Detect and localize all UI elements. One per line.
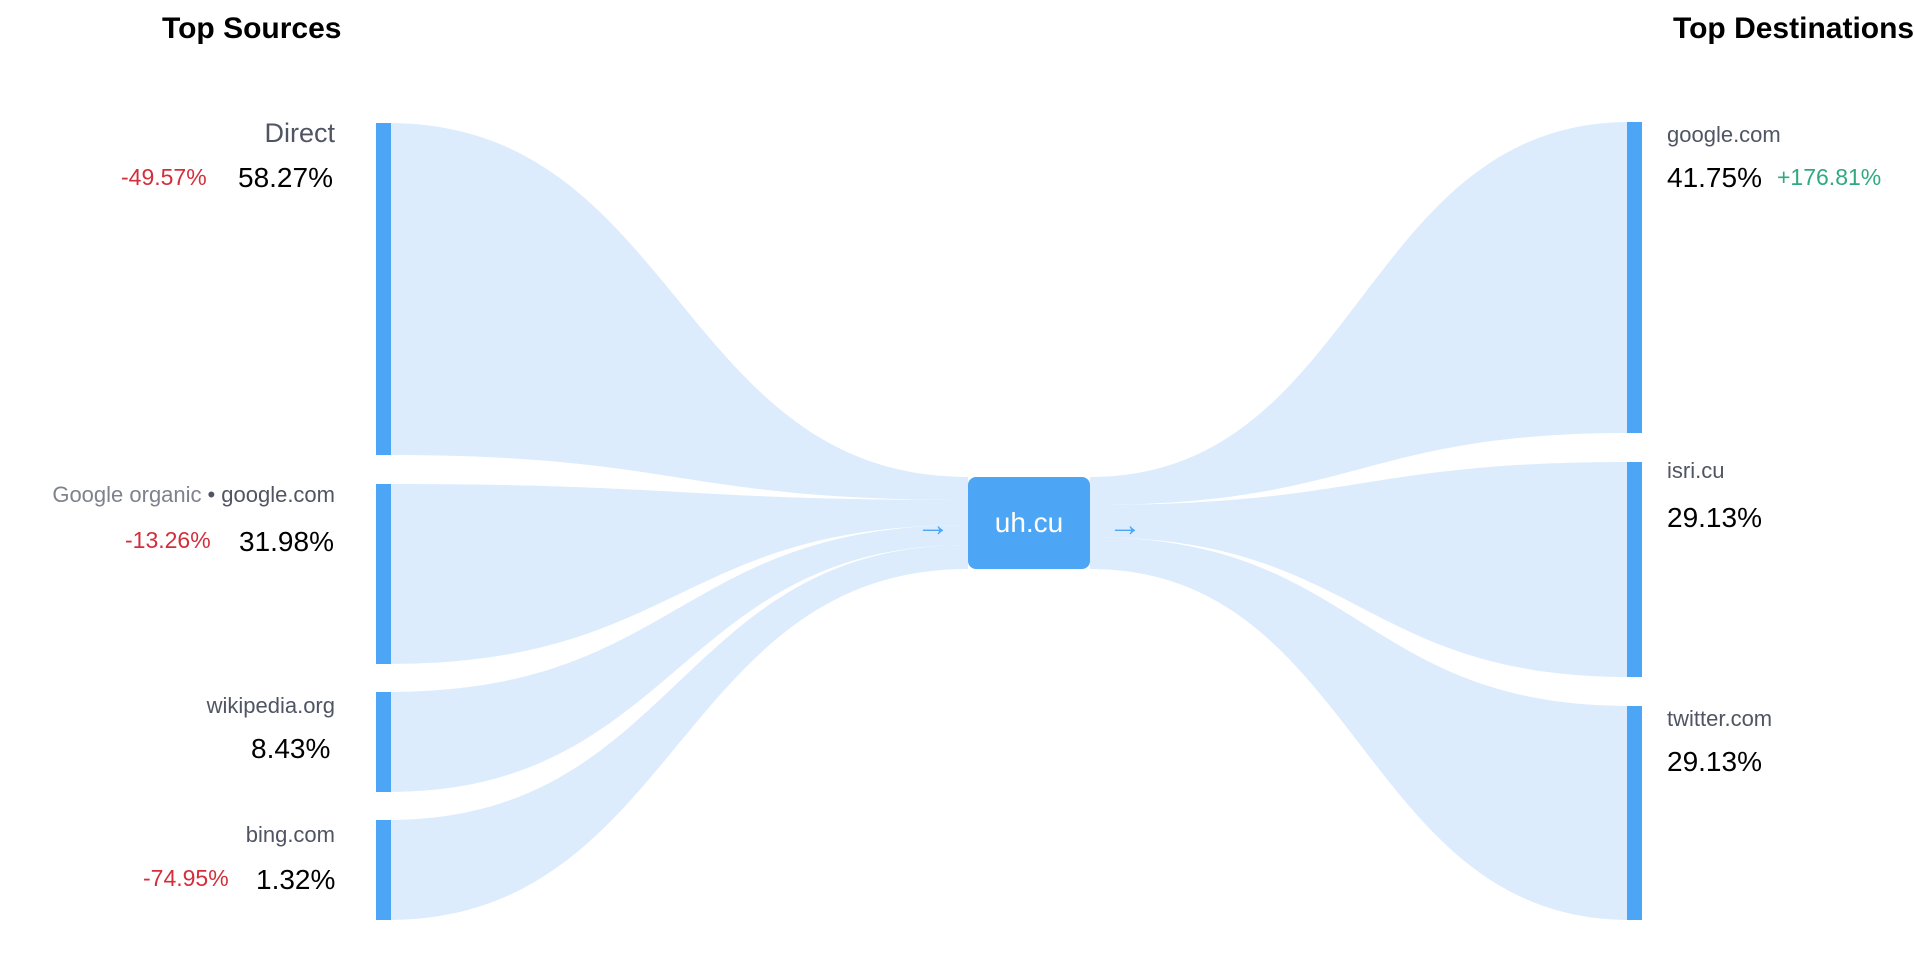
destination-twitter-share: 29.13%	[1667, 746, 1762, 777]
source-wikipedia-share: 8.43%	[251, 733, 331, 764]
flow-destination-google	[1090, 122, 1630, 505]
source-direct-change: -49.57%	[121, 164, 207, 190]
source-direct-share: 58.27%	[238, 162, 333, 193]
destination-google-change: +176.81%	[1777, 164, 1882, 190]
arrow-right-icon: →	[916, 506, 950, 544]
source-bar-google-organic[interactable]	[376, 484, 391, 664]
source-google-organic-change: -13.26%	[125, 527, 211, 553]
destination-bar-isri[interactable]	[1627, 462, 1642, 677]
source-bing-share: 1.32%	[256, 864, 336, 895]
source-google-organic-name[interactable]: Google organic • google.com	[52, 482, 335, 508]
source-google-organic-share: 31.98%	[239, 526, 334, 557]
destination-bar-twitter[interactable]	[1627, 706, 1642, 920]
source-bing-change: -74.95%	[143, 865, 229, 891]
top-destinations-heading: Top Destinations	[1673, 12, 1914, 45]
source-bing-name[interactable]: bing.com	[246, 822, 335, 848]
source-bar-direct[interactable]	[376, 123, 391, 455]
flow-source-direct	[388, 123, 968, 500]
arrow-right-icon: →	[1108, 506, 1142, 544]
top-sources-heading: Top Sources	[162, 12, 342, 45]
destination-isri-name[interactable]: isri.cu	[1667, 458, 1724, 484]
destination-google-name[interactable]: google.com	[1667, 122, 1781, 148]
source-direct-name[interactable]: Direct	[264, 118, 335, 149]
source-bar-wikipedia[interactable]	[376, 692, 391, 792]
destination-isri-share: 29.13%	[1667, 502, 1762, 533]
source-google-organic-channel: Google organic	[52, 482, 202, 507]
destination-twitter-name[interactable]: twitter.com	[1667, 706, 1772, 732]
separator-dot: •	[207, 482, 216, 507]
destination-bar-google[interactable]	[1627, 122, 1642, 433]
source-bar-bing[interactable]	[376, 820, 391, 920]
center-site-node[interactable]: uh.cu	[968, 477, 1090, 569]
traffic-flow-diagram: Top Sources Top Destinations Direct -49.…	[0, 0, 1914, 960]
destination-google-share: 41.75%	[1667, 162, 1762, 193]
source-google-organic-domain: google.com	[221, 482, 335, 507]
source-wikipedia-name[interactable]: wikipedia.org	[207, 693, 335, 719]
